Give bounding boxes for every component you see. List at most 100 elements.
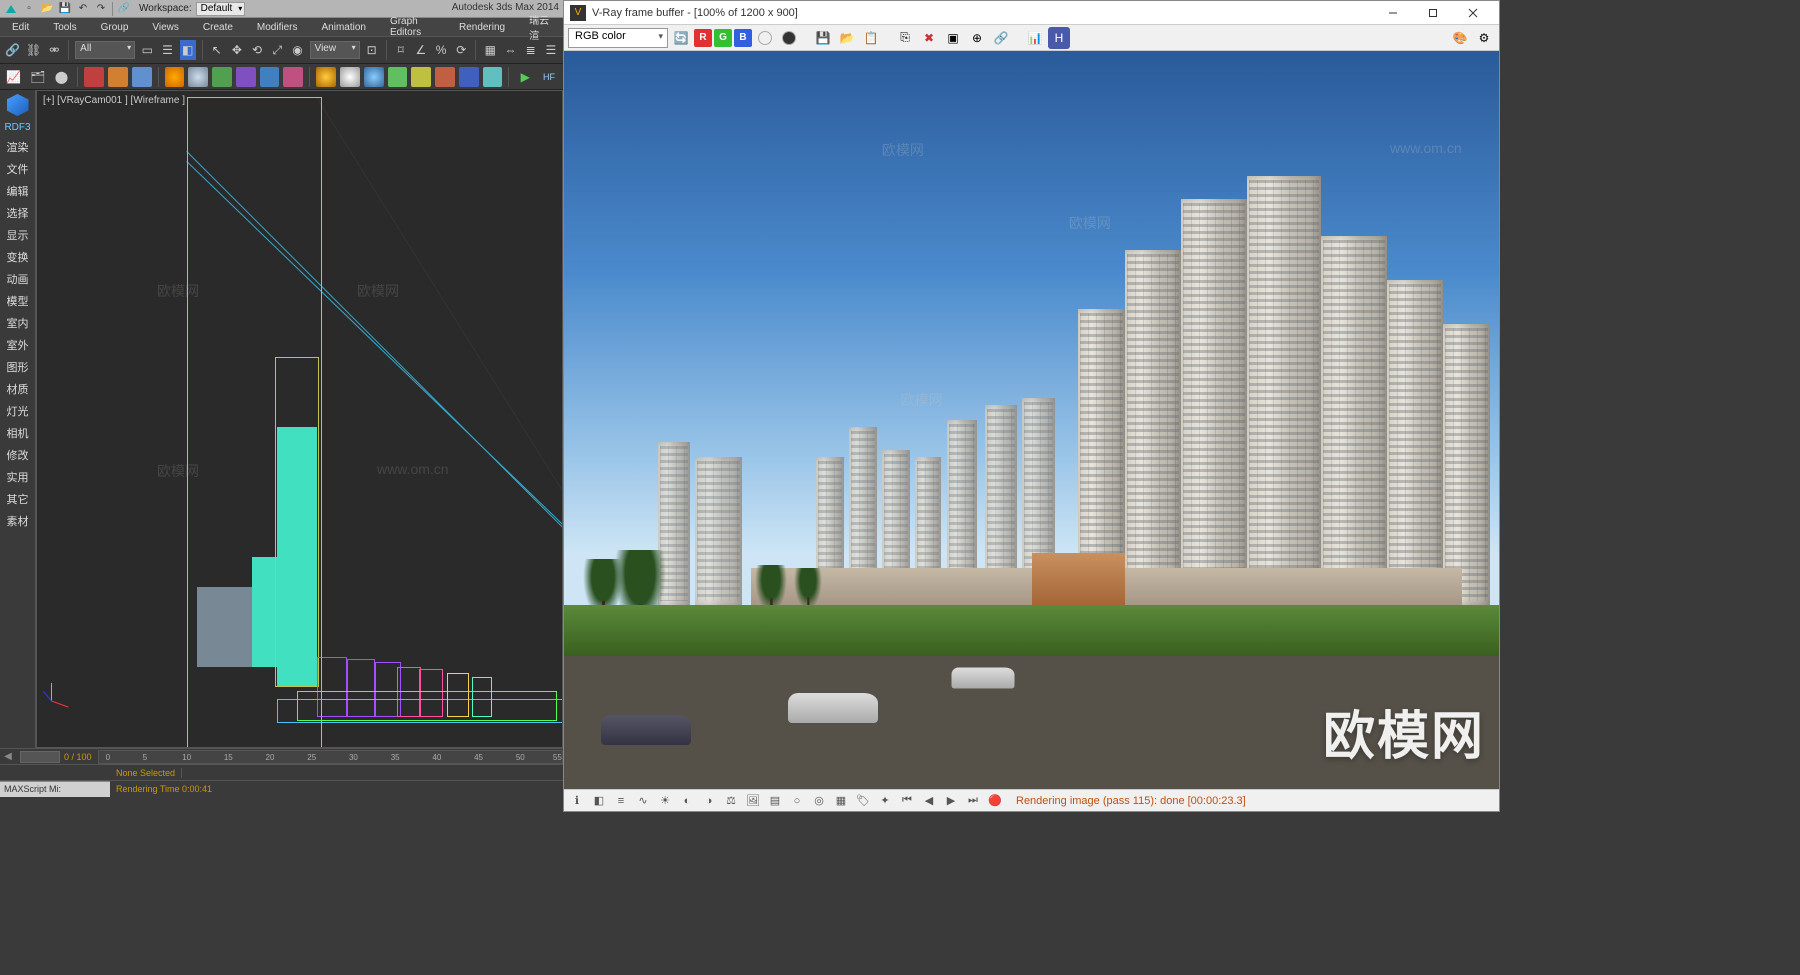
select-region-icon[interactable]: ◧ [180,40,196,60]
rotate-tool-icon[interactable]: ⟲ [249,40,265,60]
load-image-icon[interactable]: 📂 [836,27,858,49]
region-render-icon[interactable]: ▣ [942,27,964,49]
raytrace-icon[interactable] [260,67,280,87]
menu-create[interactable]: Create [203,22,233,33]
menu-grapheditors[interactable]: Graph Editors [390,16,435,38]
menu-views[interactable]: Views [152,22,179,33]
corrections-toggle-icon[interactable]: ◧ [590,792,608,810]
select-object-icon[interactable]: ▭ [139,40,155,60]
align-tool-icon[interactable]: ≣ [523,40,539,60]
minimize-button[interactable] [1373,2,1413,24]
side-item-file[interactable]: 文件 [7,161,29,177]
vray-mesh-icon[interactable] [483,67,503,87]
menu-animation[interactable]: Animation [321,22,365,33]
side-item-animation[interactable]: 动画 [7,271,29,287]
menu-group[interactable]: Group [101,22,129,33]
render-canvas[interactable]: 欧模网 欧模网 www.om.cn 欧模网 欧模网 [564,51,1499,789]
curve-editor-icon[interactable]: 📈 [4,67,24,87]
schematic-view-icon[interactable]: 🗂 [28,67,48,87]
vray-light-icon[interactable] [340,67,360,87]
timeline-config-icon[interactable]: ◀ [0,750,16,764]
next-icon[interactable]: ▶ [942,792,960,810]
menu-tools[interactable]: Tools [53,22,76,33]
blue-channel-toggle[interactable]: B [734,29,752,47]
side-item-select[interactable]: 选择 [7,205,29,221]
stamp-icon[interactable]: 🏷 [854,792,872,810]
white-balance-icon[interactable]: ◐ [678,792,696,810]
side-panel-logo-icon[interactable] [7,94,29,116]
named-selection-icon[interactable]: ▦ [482,40,498,60]
selection-filter-dropdown[interactable]: All [75,41,135,59]
mono-channel-icon[interactable] [778,27,800,49]
side-item-interior[interactable]: 室内 [7,315,29,331]
select-arrow-icon[interactable]: ↖ [209,40,225,60]
vfb-titlebar[interactable]: V V-Ray frame buffer - [100% of 1200 x 9… [564,1,1499,25]
menu-rendering[interactable]: Rendering [459,22,505,33]
pixel-info-icon[interactable]: ℹ [568,792,586,810]
scale-tool-icon[interactable]: ⤢ [269,40,285,60]
viewport[interactable]: [+] [VRayCam001 ] [Wireframe ] [36,90,563,748]
bg-image-icon[interactable]: 🖼 [744,792,762,810]
move-tool-icon[interactable]: ✥ [229,40,245,60]
side-item-transform[interactable]: 变换 [7,249,29,265]
lut-icon[interactable]: ▤ [766,792,784,810]
script-icon[interactable]: ▶ [515,67,535,87]
duplicate-icon[interactable]: ⎘ [894,27,916,49]
prev-icon[interactable]: ◀ [920,792,938,810]
side-item-display[interactable]: 显示 [7,227,29,243]
link-pdplayer-icon[interactable]: 🔗 [990,27,1012,49]
icc-icon[interactable]: ◎ [810,792,828,810]
viewport-label[interactable]: [+] [VRayCam001 ] [Wireframe ] [43,95,185,106]
srgb-icon[interactable]: ▦ [832,792,850,810]
exposure-icon[interactable]: ☀ [656,792,674,810]
material-editor-icon[interactable]: ⬤ [52,67,72,87]
menu-raycloud[interactable]: 瑞云渲 [529,12,551,42]
side-item-assets[interactable]: 素材 [7,513,29,529]
time-track[interactable]: 0 5 10 15 20 25 30 35 40 45 50 55 [98,750,563,764]
side-item-exterior[interactable]: 室外 [7,337,29,353]
light-lister-icon[interactable] [283,67,303,87]
timeline[interactable]: ◀ 0 / 100 0 5 10 15 20 25 30 35 40 45 50… [0,748,563,764]
first-icon[interactable]: ⏮ [898,792,916,810]
mirror-tool-icon[interactable]: ⇔ [502,40,518,60]
track-mouse-icon[interactable]: ⊕ [966,27,988,49]
vray-sun-icon[interactable] [316,67,336,87]
pivot-center-icon[interactable]: ⊡ [364,40,380,60]
curve-icon[interactable]: ∿ [634,792,652,810]
percent-snap-icon[interactable]: % [433,40,449,60]
open-icon[interactable]: 📂 [40,2,54,16]
render-last-icon[interactable]: 🔴 [986,792,1004,810]
vray-plane-icon[interactable] [388,67,408,87]
side-item-light[interactable]: 灯光 [7,403,29,419]
new-icon[interactable]: ▫ [22,2,36,16]
workspace-dropdown[interactable]: Default [196,2,246,16]
layers-icon[interactable]: ☰ [543,40,559,60]
render-frame-icon[interactable] [108,67,128,87]
save-icon[interactable]: 💾 [58,2,72,16]
bloom-icon[interactable]: ✦ [876,792,894,810]
switch-channel-icon[interactable]: 🔄 [670,27,692,49]
side-item-edit[interactable]: 编辑 [7,183,29,199]
side-item-shape[interactable]: 图形 [7,359,29,375]
color-balance-icon[interactable]: ⚖ [722,792,740,810]
menu-modifiers[interactable]: Modifiers [257,22,298,33]
channel-dropdown[interactable]: RGB color [568,28,668,48]
environment-icon[interactable] [212,67,232,87]
side-item-camera[interactable]: 相机 [7,425,29,441]
app-icon[interactable] [4,2,18,16]
alpha-channel-icon[interactable] [754,27,776,49]
stop-render-icon[interactable]: ✖ [918,27,940,49]
maximize-button[interactable] [1413,2,1453,24]
side-item-material[interactable]: 材质 [7,381,29,397]
refcoord-dropdown[interactable]: View [310,41,360,59]
spinner-snap-icon[interactable]: ⟳ [453,40,469,60]
ocio-icon[interactable]: ○ [788,792,806,810]
render-setup-icon[interactable] [84,67,104,87]
vray-ambient-icon[interactable] [459,67,479,87]
vray-ies-icon[interactable] [435,67,455,87]
sky-icon[interactable] [188,67,208,87]
vfb-history-icon[interactable]: H [1048,27,1070,49]
side-item-utility[interactable]: 实用 [7,469,29,485]
render-prod-icon[interactable] [132,67,152,87]
link-tool-icon[interactable]: 🔗 [4,40,21,60]
